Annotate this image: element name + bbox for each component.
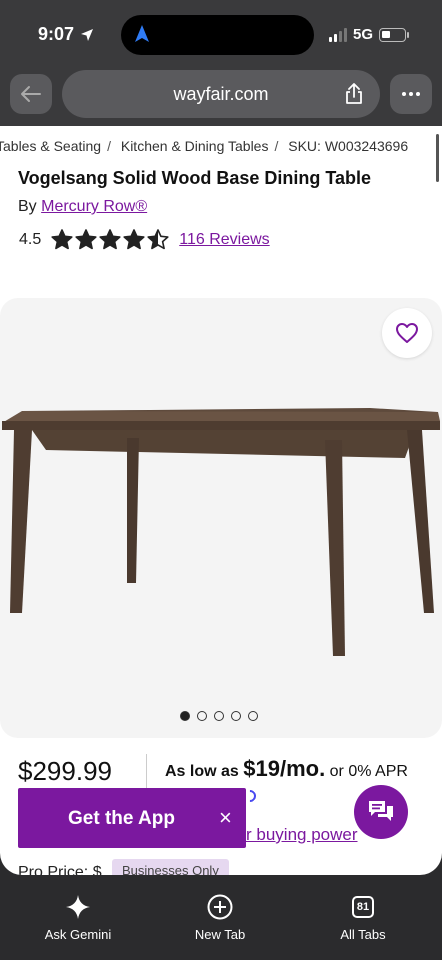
ask-gemini-label: Ask Gemini — [44, 927, 112, 942]
address-bar[interactable]: wayfair.com — [62, 70, 380, 118]
star-full-icon — [99, 229, 121, 250]
star-full-icon — [75, 229, 97, 250]
product-image-gallery[interactable] — [0, 298, 442, 738]
new-tab-label: New Tab — [194, 927, 246, 942]
rating-row: 4.5 116 Reviews — [19, 229, 270, 250]
get-app-label[interactable]: Get the App — [68, 808, 175, 830]
navigation-app-icon — [135, 25, 149, 42]
browser-bottom-bar: Ask Gemini New Tab 81 All Tabs — [0, 875, 442, 960]
breadcrumb-item[interactable]: Kitchen & Dining Tables — [121, 138, 269, 154]
star-full-icon — [51, 229, 73, 250]
business-only-badge: Businesses Only — [112, 859, 229, 875]
more-menu-button[interactable] — [390, 74, 432, 114]
sparkle-icon — [66, 895, 90, 919]
more-dot-icon — [409, 92, 413, 96]
time-text: 9:07 — [38, 24, 75, 44]
financing-suffix: or 0% APR — [329, 763, 408, 780]
network-label: 5G — [353, 26, 374, 43]
all-tabs-label: All Tabs — [340, 927, 386, 942]
more-dot-icon — [402, 92, 406, 96]
star-rating — [51, 229, 169, 250]
close-icon[interactable]: × — [219, 805, 232, 831]
star-half-icon — [147, 229, 169, 250]
get-the-app-banner[interactable]: Get the App × — [18, 788, 246, 848]
product-title: Vogelsang Solid Wood Base Dining Table — [18, 168, 372, 188]
signal-icon — [329, 28, 347, 42]
breadcrumb-sku: SKU: W003243696 — [288, 138, 409, 154]
financing-prefix: As low as — [165, 763, 239, 780]
rating-value: 4.5 — [19, 230, 42, 248]
new-tab-button[interactable]: New Tab — [160, 893, 280, 942]
dining-table-image — [2, 408, 440, 656]
carousel-dots — [180, 711, 258, 721]
back-arrow-icon — [21, 86, 41, 102]
chat-bubbles-icon — [369, 801, 393, 821]
share-icon[interactable] — [344, 83, 364, 105]
location-arrow-icon — [81, 28, 94, 41]
scrollbar[interactable] — [436, 134, 439, 182]
battery-icon — [379, 28, 406, 42]
dynamic-island — [121, 15, 314, 55]
breadcrumb: Tables & Seating / Kitchen & Dining Table… — [0, 138, 436, 156]
buying-power-link[interactable]: r buying power — [246, 825, 358, 845]
brand-link[interactable]: Mercury Row® — [41, 198, 147, 215]
carousel-dot[interactable] — [197, 711, 207, 721]
price: $299.99 — [18, 756, 112, 786]
battery-cap — [407, 32, 409, 38]
carousel-dot[interactable] — [214, 711, 224, 721]
plus-circle-icon — [207, 894, 233, 920]
financing-amount: $19/mo. — [243, 756, 326, 781]
back-button[interactable] — [10, 74, 52, 114]
web-page: Tables & Seating / Kitchen & Dining Table… — [0, 126, 442, 875]
heart-icon — [396, 323, 418, 343]
star-full-icon — [123, 229, 145, 250]
more-dot-icon — [416, 92, 420, 96]
clock: 9:07 — [38, 24, 94, 45]
reviews-link[interactable]: 116 Reviews — [179, 231, 269, 249]
pro-price-label: Pro Price: $ — [18, 864, 102, 875]
favorite-button[interactable] — [382, 308, 432, 358]
status-bar: 9:07 5G — [0, 0, 442, 68]
browser-toolbar: wayfair.com — [0, 68, 442, 126]
carousel-dot[interactable] — [248, 711, 258, 721]
brand-line: By Mercury Row® — [18, 198, 147, 216]
tab-count-icon: 81 — [352, 896, 374, 918]
carousel-dot[interactable] — [180, 711, 190, 721]
url-text: wayfair.com — [173, 84, 269, 104]
financing-offer: As low as $19/mo. or 0% APR — [165, 756, 408, 782]
all-tabs-button[interactable]: 81 All Tabs — [303, 893, 423, 942]
by-prefix: By — [18, 198, 37, 215]
chat-button[interactable] — [354, 785, 408, 839]
breadcrumb-item[interactable]: Tables & Seating — [0, 138, 101, 154]
ask-gemini-button[interactable]: Ask Gemini — [18, 893, 138, 942]
carousel-dot[interactable] — [231, 711, 241, 721]
